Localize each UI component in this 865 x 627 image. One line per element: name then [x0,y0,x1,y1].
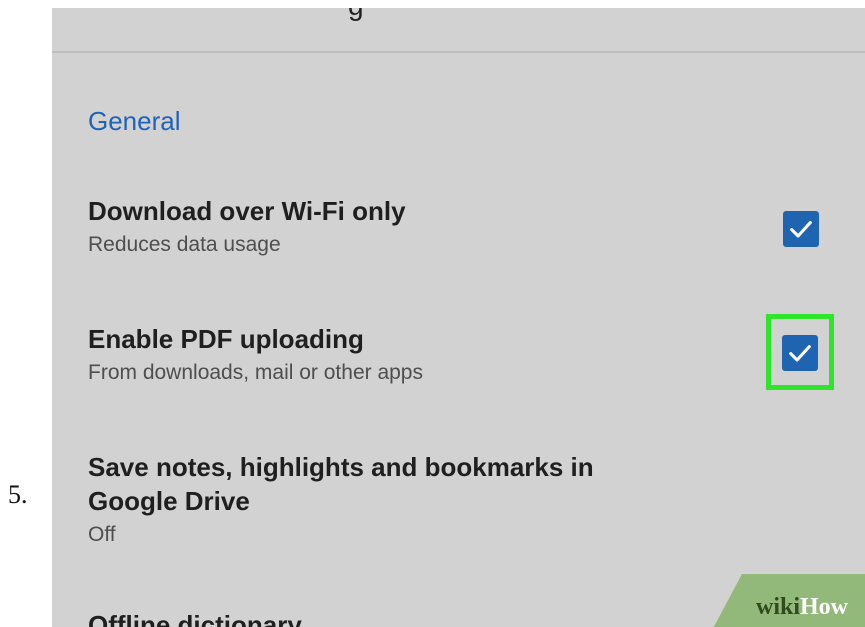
setting-download-wifi-only[interactable]: Download over Wi-Fi only Reduces data us… [88,194,768,260]
check-icon [790,221,812,238]
step-number: 5. [8,480,28,509]
setting-title-line1: Save notes, highlights and bookmarks in [88,452,594,482]
setting-offline-dictionary[interactable]: Offline dictionary [88,608,768,627]
section-header-general: General [88,106,181,136]
setting-title: Enable PDF uploading [88,324,364,354]
setting-subtitle: From downloads, mail or other apps [88,361,423,384]
app-bar-title-fragment: g [348,8,364,22]
top-app-bar: g [52,8,865,53]
setting-enable-pdf-uploading[interactable]: Enable PDF uploading From downloads, mai… [88,322,768,388]
setting-subtitle: Reduces data usage [88,233,281,256]
wikihow-logo-text: wikiHow [756,594,848,621]
wikihow-watermark: wikiHow [710,574,865,627]
wikihow-how: How [800,594,849,620]
wikihow-wiki: wiki [756,594,801,620]
settings-screen: g General Download over Wi-Fi only Reduc… [52,8,865,627]
wifi-only-checkbox[interactable] [783,211,819,247]
highlight-box [766,314,834,390]
setting-save-notes-google-drive[interactable]: Save notes, highlights and bookmarks in … [88,450,768,550]
setting-title: Download over Wi-Fi only [88,196,406,226]
setting-title: Offline dictionary [88,610,302,627]
setting-title-line2: Google Drive [88,486,250,516]
setting-subtitle: Off [88,523,116,546]
